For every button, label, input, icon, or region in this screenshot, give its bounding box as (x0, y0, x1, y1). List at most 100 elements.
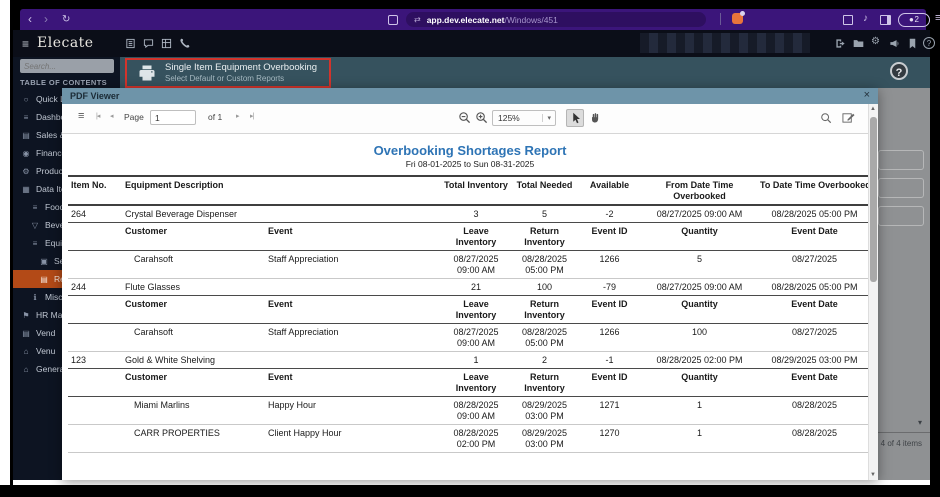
table-cell: 264 (68, 206, 122, 222)
media-icon[interactable]: ♪ (863, 13, 868, 24)
pdf-viewer-window: PDF Viewer × ≡ |◂ ◂ Page of 1 ▸ ▸| 125% … (62, 88, 878, 480)
table-cell: 08/29/2025 03:00 PM (757, 352, 872, 368)
chat-icon[interactable] (143, 38, 154, 49)
clipboard-icon[interactable] (125, 38, 136, 49)
table-cell: Flute Glasses (122, 279, 440, 295)
table-cell: Event ID (577, 296, 642, 323)
bookmark-icon[interactable] (388, 15, 398, 25)
prev-page-icon[interactable]: ◂ (110, 112, 113, 120)
back-icon[interactable]: ‹ (28, 12, 32, 26)
table-cell: 1266 (577, 251, 642, 278)
table-cell: From Date Time Overbooked (642, 177, 757, 204)
table-cell: 5 (512, 206, 577, 222)
url-host: app.dev.elecate.net (427, 15, 505, 25)
side-panel-icon[interactable] (880, 15, 891, 25)
table-cell: 08/28/2025 (757, 397, 872, 424)
report-button-title: Single Item Equipment Overbooking (165, 62, 317, 74)
report-item-row: 123Gold & White Shelving12-108/28/2025 0… (68, 352, 872, 368)
first-page-icon[interactable]: |◂ (96, 112, 99, 120)
forward-icon[interactable]: › (44, 12, 48, 26)
megaphone-icon[interactable] (889, 38, 900, 49)
window-bottom-strip (13, 480, 930, 485)
hand-tool[interactable] (586, 109, 604, 127)
page-number-input[interactable] (150, 110, 196, 125)
scrollbar-thumb[interactable] (870, 117, 877, 282)
help-icon[interactable]: ? (923, 37, 935, 49)
pdf-scrollbar[interactable]: ▲ ▼ (868, 104, 878, 480)
phone-icon[interactable] (179, 38, 190, 49)
table-cell: Customer (122, 223, 265, 250)
pdf-menu-icon[interactable]: ≡ (78, 110, 84, 122)
table-cell: 1270 (577, 425, 642, 452)
report-table: Item No.Equipment DescriptionTotal Inven… (68, 175, 872, 453)
bookmark-icon[interactable] (907, 38, 918, 49)
table-cell: Event (265, 369, 440, 396)
report-button-highlighted[interactable]: Single Item Equipment Overbooking Select… (125, 58, 331, 88)
table-cell: 08/28/2025 05:00 PM (757, 206, 872, 222)
table-cell (68, 296, 122, 323)
table-cell: 1271 (577, 397, 642, 424)
chart-icon: ▤ (20, 131, 32, 140)
logout-icon[interactable] (835, 38, 846, 49)
grid-icon[interactable] (161, 38, 172, 49)
table-cell: Return Inventory (512, 296, 577, 323)
pdf-viewer-titlebar[interactable]: PDF Viewer × (62, 88, 878, 104)
app-menu-icon[interactable]: ≡ (22, 37, 29, 51)
zoom-out-icon[interactable] (458, 111, 471, 124)
table-cell: 08/28/2025 02:00 PM (642, 352, 757, 368)
zoom-in-icon[interactable] (475, 111, 488, 124)
pdf-toolbar: ≡ |◂ ◂ Page of 1 ▸ ▸| 125% ▾ (62, 104, 878, 134)
table-cell: Leave Inventory (440, 296, 512, 323)
zoom-select[interactable]: 125% ▾ (492, 110, 556, 126)
page-of-label: of 1 (208, 112, 222, 122)
table-cell: Customer (122, 369, 265, 396)
reload-icon[interactable]: ↻ (62, 13, 70, 27)
gear-icon: ⚙ (20, 167, 32, 176)
pointer-tool[interactable] (566, 109, 584, 127)
table-cell (68, 324, 122, 351)
table-cell: 08/28/2025 (757, 425, 872, 452)
pdf-page: Overbooking Shortages Report Fri 08-01-2… (62, 134, 878, 480)
table-cell: Available (577, 177, 642, 204)
table-cell: 08/27/2025 09:00 AM (440, 251, 512, 278)
table-cell: 08/29/2025 03:00 PM (512, 425, 577, 452)
home-icon: ⌂ (20, 365, 32, 374)
table-cell: Gold & White Shelving (122, 352, 440, 368)
table-cell: Carahsoft (122, 324, 265, 351)
browser-menu-icon[interactable]: ≡ (935, 12, 940, 24)
url-security-icon: ⇄ (414, 15, 421, 24)
table-cell: 08/28/2025 09:00 AM (440, 397, 512, 424)
sidebar-item-label: Venu (36, 346, 55, 356)
next-page-icon[interactable]: ▸ (236, 112, 239, 120)
scroll-down-icon[interactable]: ▼ (870, 472, 876, 478)
sidebar-section-label: TABLE OF CONTENTS (20, 78, 107, 87)
help-button[interactable]: ? (890, 62, 908, 80)
search-input[interactable] (20, 59, 114, 73)
extension-icon[interactable] (732, 13, 743, 24)
folder-icon[interactable] (853, 38, 864, 49)
table-cell: 1 (642, 425, 757, 452)
table-cell (68, 425, 122, 452)
flag-icon: ⚑ (20, 311, 32, 320)
tab-count-badge[interactable]: ● 2 (898, 13, 930, 27)
table-cell (68, 369, 122, 396)
screenshot-icon[interactable] (843, 15, 853, 25)
chart-icon: ▤ (20, 329, 32, 338)
scroll-up-icon[interactable]: ▲ (870, 106, 876, 112)
report-booking-row: CarahsoftStaff Appreciation08/27/2025 09… (68, 251, 872, 279)
search-icon[interactable] (820, 112, 832, 124)
annotate-icon[interactable] (842, 111, 855, 124)
url-path: /Windows/451 (505, 15, 558, 25)
table-cell: Quantity (642, 223, 757, 250)
grid-icon: ▦ (20, 185, 32, 194)
table-cell: 08/28/2025 02:00 PM (440, 425, 512, 452)
gear-icon[interactable]: ⚙ (871, 36, 880, 47)
search-icon: ○ (20, 95, 32, 104)
table-cell (68, 251, 122, 278)
report-date-range: Fri 08-01-2025 to Sun 08-31-2025 (62, 159, 878, 169)
table-cell: Equipment Description (122, 177, 440, 204)
last-page-icon[interactable]: ▸| (250, 112, 253, 120)
table-cell: Total Needed (512, 177, 577, 204)
close-icon[interactable]: × (864, 89, 870, 101)
address-bar[interactable]: ⇄ app.dev.elecate.net/Windows/451 (406, 12, 706, 27)
